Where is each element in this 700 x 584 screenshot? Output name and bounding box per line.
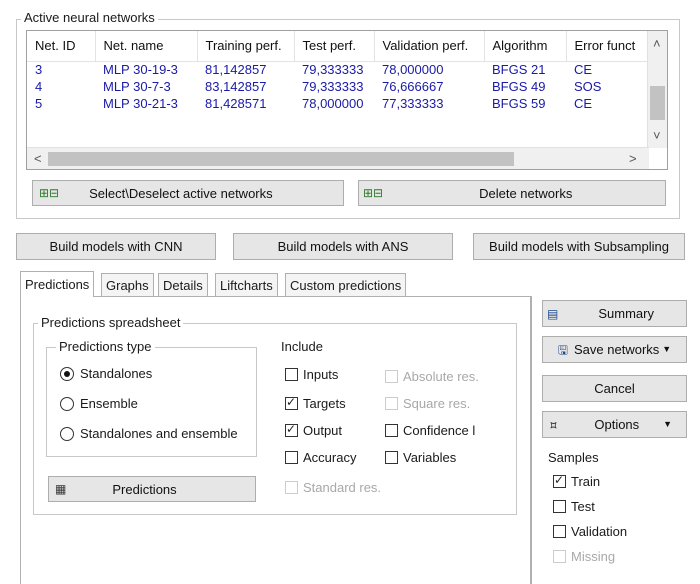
save-networks-button[interactable]: 🖫 Save networks ▼ xyxy=(542,336,687,363)
radio-ensemble[interactable]: Ensemble xyxy=(60,396,138,411)
select-deselect-networks-button[interactable]: ⊞⊟ Select\Deselect active networks xyxy=(32,180,344,206)
col-test-perf[interactable]: Test perf. xyxy=(294,31,375,62)
radio-standalones-and-ensemble-indicator[interactable] xyxy=(60,426,74,441)
options-button[interactable]: ⯏ Options ▼ xyxy=(542,411,687,438)
checkbox-output-box[interactable]: ✓ xyxy=(285,422,298,437)
select-deselect-label: Select\Deselect active networks xyxy=(89,185,273,201)
checkbox-validation[interactable]: Validation xyxy=(553,524,627,539)
network-delete-icon: ⊞⊟ xyxy=(363,186,384,200)
build-subsampling-button[interactable]: Build models with Subsampling xyxy=(473,233,685,260)
checkbox-variables-box[interactable] xyxy=(385,451,398,464)
col-net-name[interactable]: Net. name xyxy=(95,31,198,62)
checkbox-inputs[interactable]: Inputs xyxy=(285,367,338,382)
checkbox-validation-box[interactable] xyxy=(553,525,566,538)
side-divider xyxy=(531,296,532,584)
checkbox-accuracy-box[interactable] xyxy=(285,451,298,464)
checkbox-test-box[interactable] xyxy=(553,500,566,513)
checkbox-confidence-box[interactable] xyxy=(385,424,398,437)
save-networks-label: Save networks xyxy=(574,342,660,357)
checkbox-absolute-res-box[interactable] xyxy=(385,370,398,383)
table-row[interactable]: 5 MLP 30-21-3 81,428571 78,000000 77,333… xyxy=(27,95,656,112)
table-header-row: Net. ID Net. name Training perf. Test pe… xyxy=(27,31,656,62)
tab-details[interactable]: Details xyxy=(158,273,208,297)
build-cnn-button[interactable]: Build models with CNN xyxy=(16,233,216,260)
radio-standalones-and-ensemble[interactable]: Standalones and ensemble xyxy=(60,426,238,441)
samples-title: Samples xyxy=(548,450,602,465)
check-icon: ✓ xyxy=(286,422,297,436)
checkbox-test[interactable]: Test xyxy=(553,499,595,514)
scroll-down-icon[interactable]: ˅ xyxy=(653,129,661,142)
options-icon: ⯏ xyxy=(549,417,559,432)
table-row[interactable]: 4 MLP 30-7-3 83,142857 79,333333 76,6666… xyxy=(27,78,656,95)
predictions-button[interactable]: ▦ Predictions xyxy=(48,476,256,502)
build-ans-button[interactable]: Build models with ANS xyxy=(233,233,453,260)
checkbox-output[interactable]: ✓ Output xyxy=(285,422,342,438)
col-error-funct[interactable]: Error funct xyxy=(566,31,656,62)
vertical-scrollbar[interactable]: ˄ ˅ xyxy=(647,31,667,148)
checkbox-square-res[interactable]: Square res. xyxy=(385,396,470,411)
networks-table[interactable]: Net. ID Net. name Training perf. Test pe… xyxy=(26,30,668,170)
tab-predictions[interactable]: Predictions xyxy=(20,271,95,297)
scroll-right-icon[interactable]: > xyxy=(629,152,637,165)
dropdown-arrow-icon: ▼ xyxy=(663,419,673,429)
checkbox-train-box[interactable]: ✓ xyxy=(553,473,566,488)
check-icon: ✓ xyxy=(554,473,565,487)
checkbox-standard-res-box[interactable] xyxy=(285,481,298,494)
radio-standalones[interactable]: Standalones xyxy=(60,366,152,381)
checkbox-missing[interactable]: Missing xyxy=(553,549,615,564)
predictions-spreadsheet-title: Predictions spreadsheet xyxy=(38,315,184,330)
table-row[interactable]: 3 MLP 30-19-3 81,142857 79,333333 78,000… xyxy=(27,61,656,78)
options-label: Options xyxy=(594,417,640,432)
include-title: Include xyxy=(278,339,326,354)
checkbox-absolute-res[interactable]: Absolute res. xyxy=(385,369,479,384)
tab-custom-predictions[interactable]: Custom predictions xyxy=(285,273,407,297)
checkbox-targets-box[interactable]: ✓ xyxy=(285,395,298,410)
checkbox-confidence[interactable]: Confidence l xyxy=(385,423,475,438)
checkbox-missing-box[interactable] xyxy=(553,550,566,563)
col-training-perf[interactable]: Training perf. xyxy=(197,31,295,62)
spreadsheet-icon: ▦ xyxy=(55,482,67,496)
vertical-scroll-thumb[interactable] xyxy=(650,86,665,120)
predictions-type-title: Predictions type xyxy=(56,339,155,354)
predictions-button-label: Predictions xyxy=(112,481,177,497)
active-networks-title: Active neural networks xyxy=(21,10,158,25)
checkbox-accuracy[interactable]: Accuracy xyxy=(285,450,356,465)
delete-networks-label: Delete networks xyxy=(479,185,573,201)
col-algorithm[interactable]: Algorithm xyxy=(484,31,567,62)
save-icon: 🖫 xyxy=(557,342,569,357)
radio-ensemble-indicator[interactable] xyxy=(60,396,74,411)
summary-button[interactable]: ▤ Summary xyxy=(542,300,687,327)
summary-label: Summary xyxy=(598,306,654,321)
checkbox-inputs-box[interactable] xyxy=(285,368,298,381)
delete-networks-button[interactable]: ⊞⊟ Delete networks xyxy=(358,180,666,206)
checkbox-train[interactable]: ✓ Train xyxy=(553,473,600,489)
network-select-icon: ⊞⊟ xyxy=(39,186,60,200)
scroll-left-icon[interactable]: < xyxy=(34,152,42,165)
col-net-id[interactable]: Net. ID xyxy=(27,31,96,62)
checkbox-targets[interactable]: ✓ Targets xyxy=(285,395,346,411)
checkbox-variables[interactable]: Variables xyxy=(385,450,456,465)
dropdown-arrow-icon: ▼ xyxy=(662,344,672,354)
horizontal-scrollbar[interactable]: < > xyxy=(27,147,649,169)
cancel-button[interactable]: Cancel xyxy=(542,375,687,402)
tab-liftcharts[interactable]: Liftcharts xyxy=(215,273,278,297)
summary-icon: ▤ xyxy=(547,306,559,321)
col-validation-perf[interactable]: Validation perf. xyxy=(374,31,485,62)
checkbox-square-res-box[interactable] xyxy=(385,397,398,410)
checkbox-standard-res[interactable]: Standard res. xyxy=(285,480,381,495)
horizontal-scroll-thumb[interactable] xyxy=(48,152,514,166)
check-icon: ✓ xyxy=(286,395,297,409)
radio-standalones-indicator[interactable] xyxy=(60,366,74,381)
scroll-up-icon[interactable]: ˄ xyxy=(653,37,661,50)
tab-graphs[interactable]: Graphs xyxy=(101,273,154,297)
